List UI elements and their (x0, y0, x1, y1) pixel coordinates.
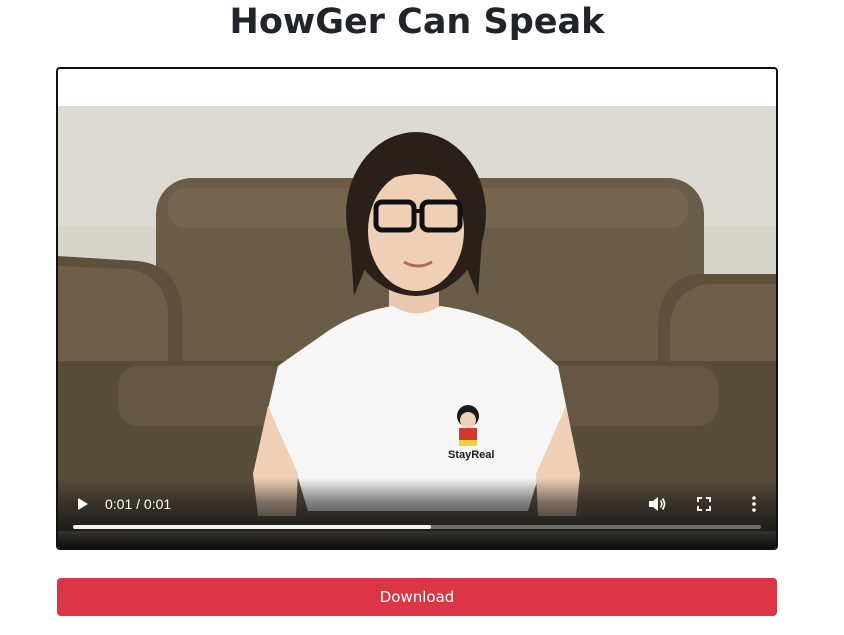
time-display: 0:01 / 0:01 (105, 496, 172, 512)
more-options-icon (752, 496, 756, 512)
download-button[interactable]: Download (57, 578, 777, 616)
play-button[interactable] (70, 492, 94, 516)
fullscreen-button[interactable] (692, 492, 716, 516)
progress-bar[interactable] (73, 525, 761, 529)
video-player[interactable]: StayReal 0:01 / 0:01 (56, 67, 778, 550)
play-icon (78, 498, 88, 510)
video-controls: 0:01 / 0:01 (58, 478, 776, 548)
fullscreen-icon (697, 497, 711, 511)
volume-icon (649, 497, 666, 511)
more-options-button[interactable] (742, 492, 766, 516)
page-title: HowGer Can Speak (229, 2, 605, 42)
shirt-logo-text: StayReal (448, 449, 494, 461)
volume-button[interactable] (644, 492, 670, 516)
progress-fill (73, 525, 431, 529)
